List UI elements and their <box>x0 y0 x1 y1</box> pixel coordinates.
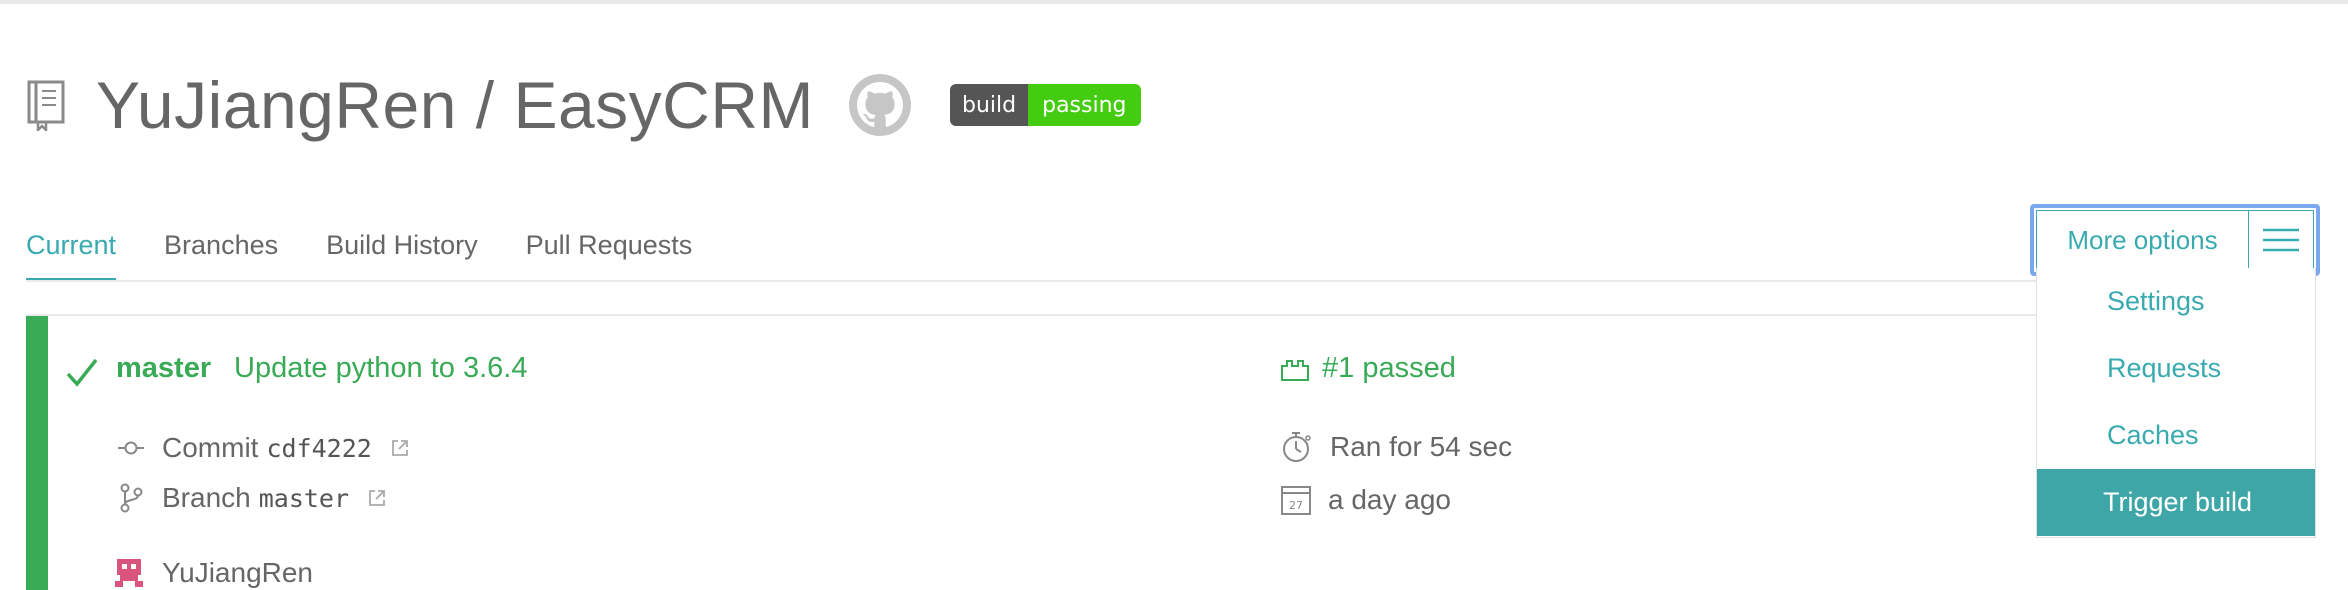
build-status-text: #1 passed <box>1322 352 1456 384</box>
build-number-status[interactable]: #1 passed <box>1280 352 1456 385</box>
menu-item-requests[interactable]: Requests <box>2037 335 2315 402</box>
branch-label: Branch <box>162 482 251 513</box>
check-icon <box>66 358 98 387</box>
hamburger-icon[interactable] <box>2249 211 2313 269</box>
repo-tabs: Current Branches Build History Pull Requ… <box>26 220 740 282</box>
external-link-icon[interactable] <box>367 488 387 508</box>
repo-header: YuJiangRen / EasyCRM build passing <box>26 60 1141 150</box>
repo-title[interactable]: YuJiangRen / EasyCRM <box>96 67 814 143</box>
repo-icon <box>27 80 65 131</box>
tab-build-history[interactable]: Build History <box>326 220 478 282</box>
badge-label: build <box>950 84 1029 126</box>
commit-message-link[interactable]: Update python to 3.6.4 <box>234 352 527 385</box>
github-icon[interactable] <box>848 73 912 137</box>
badge-status: passing <box>1028 84 1141 126</box>
build-status-badge[interactable]: build passing <box>950 84 1141 126</box>
tab-current[interactable]: Current <box>26 220 117 282</box>
more-options-label[interactable]: More options <box>2037 211 2249 269</box>
finished-row: 27 a day ago <box>1280 484 1451 516</box>
calendar-day: 27 <box>1289 499 1303 512</box>
author-row: YuJiangRen <box>112 556 313 590</box>
more-options-menu: Settings Requests Caches Trigger build <box>2036 268 2316 538</box>
tabs-divider <box>26 280 2042 282</box>
build-status-bar <box>26 316 48 590</box>
branch-row: Branch master <box>116 482 387 514</box>
duration-row: Ran for 54 sec <box>1280 430 1512 464</box>
commit-icon <box>118 441 144 455</box>
branch-icon <box>120 483 143 513</box>
current-build-card: master Update python to 3.6.4 Commit cdf… <box>26 314 2146 590</box>
duration-text: Ran for 54 sec <box>1330 431 1513 462</box>
calendar-icon: 27 <box>1281 486 1311 515</box>
finished-text: a day ago <box>1328 484 1451 515</box>
branch-value-link[interactable]: master <box>259 484 349 513</box>
menu-item-caches[interactable]: Caches <box>2037 402 2315 469</box>
external-link-icon[interactable] <box>390 438 410 458</box>
more-options-button[interactable]: More options <box>2030 204 2320 276</box>
avatar <box>112 556 146 590</box>
top-border <box>0 0 2348 4</box>
author-name: YuJiangRen <box>162 557 314 588</box>
build-branch-link[interactable]: master <box>116 352 211 385</box>
menu-item-settings[interactable]: Settings <box>2037 268 2315 335</box>
stopwatch-icon <box>1283 432 1311 462</box>
menu-item-trigger-build[interactable]: Trigger build <box>2037 469 2315 536</box>
commit-hash-link[interactable]: cdf4222 <box>266 434 371 463</box>
commit-row: Commit cdf4222 <box>116 432 410 464</box>
build-icon <box>1281 359 1309 381</box>
tab-branches[interactable]: Branches <box>164 220 278 282</box>
commit-label: Commit <box>162 432 259 463</box>
tab-pull-requests[interactable]: Pull Requests <box>526 220 693 282</box>
